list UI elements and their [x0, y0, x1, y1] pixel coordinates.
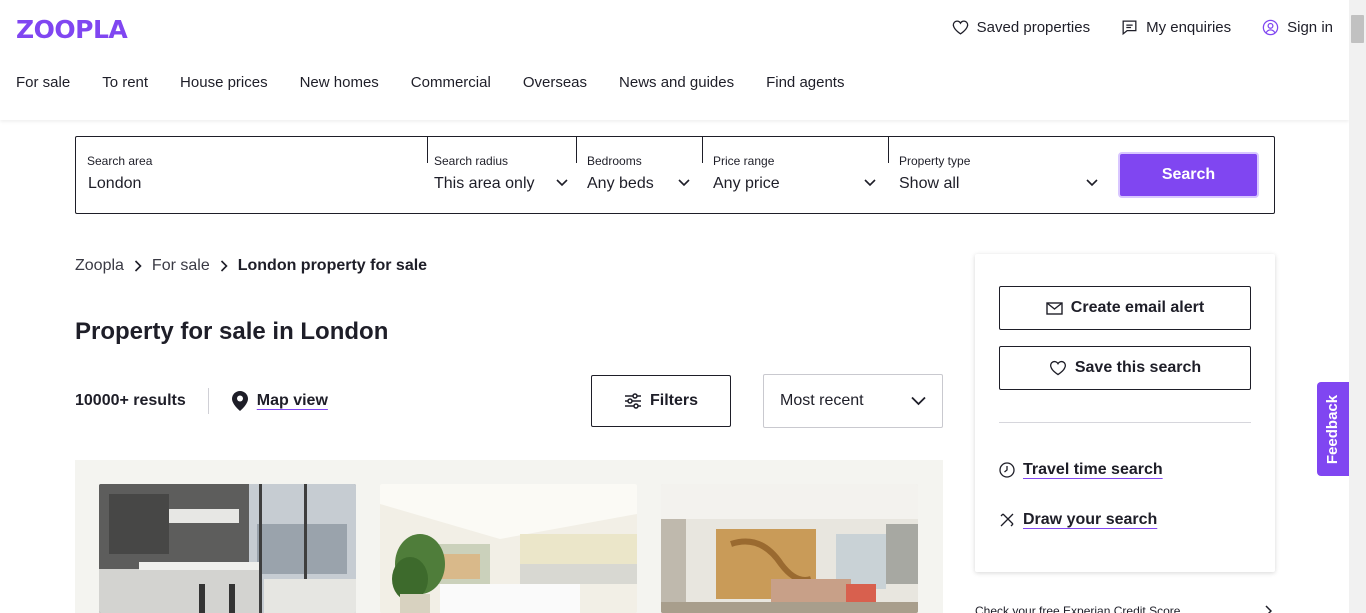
search-radius-label: Search radius [434, 154, 509, 168]
search-area-field[interactable]: Search area London [76, 137, 427, 213]
nav-house-prices[interactable]: House prices [180, 74, 268, 91]
saved-properties-label: Saved properties [976, 19, 1091, 36]
user-icon [1262, 19, 1279, 36]
bedrooms-label: Bedrooms [587, 154, 642, 168]
sort-select[interactable]: Most recent [763, 374, 943, 428]
search-area-input[interactable]: London [88, 175, 141, 193]
sign-in-link[interactable]: Sign in [1261, 18, 1333, 37]
saved-properties-link[interactable]: Saved properties [951, 18, 1090, 37]
listing-photo-kitchen [99, 484, 356, 613]
listings-area [75, 460, 943, 613]
my-enquiries-link[interactable]: My enquiries [1120, 18, 1231, 37]
zoopla-logo[interactable]: ZOOPLA [16, 14, 128, 44]
envelope-icon [1046, 301, 1063, 315]
draw-your-search-link[interactable]: Draw your search [999, 511, 1157, 529]
scrollbar-thumb[interactable] [1351, 15, 1364, 43]
nav-for-sale[interactable]: For sale [16, 74, 70, 91]
listing-photo-living-room [661, 484, 918, 613]
message-icon [1122, 20, 1137, 36]
my-enquiries-label: My enquiries [1146, 19, 1232, 36]
chevron-down-icon [864, 179, 876, 187]
logo-text: ZOOPLA [16, 14, 128, 44]
heart-icon [1049, 360, 1066, 376]
search-area-label: Search area [87, 154, 153, 168]
price-range-label: Price range [713, 154, 775, 168]
create-email-alert-label: Create email alert [1070, 299, 1205, 316]
breadcrumb-for-sale[interactable]: For sale [152, 257, 210, 275]
search-button[interactable]: Search [1118, 152, 1259, 198]
listing-photo[interactable] [380, 484, 637, 613]
saved-search-panel: Create email alert Save this search Trav… [975, 254, 1275, 572]
sort-value: Most recent [780, 392, 864, 409]
field-divider [427, 137, 428, 163]
divider [999, 422, 1251, 423]
chevron-down-icon [1086, 179, 1098, 187]
divider [207, 388, 209, 414]
listing-photo[interactable] [99, 484, 356, 613]
travel-time-search-link[interactable]: Travel time search [999, 461, 1163, 479]
search-bar: Search area London Search radius This ar… [75, 136, 1275, 214]
sliders-icon [624, 393, 641, 409]
top-links: Saved properties My enquiries Sign in [951, 18, 1333, 37]
nav-overseas[interactable]: Overseas [523, 74, 587, 91]
chevron-down-icon [556, 179, 568, 187]
main-nav: For sale To rent House prices New homes … [16, 74, 844, 91]
map-view-link[interactable]: Map view [231, 390, 328, 412]
search-radius-value: This area only [434, 175, 535, 192]
nav-new-homes[interactable]: New homes [300, 74, 379, 91]
page-scrollbar[interactable] [1349, 0, 1366, 613]
clock-icon [999, 462, 1015, 478]
site-header: ZOOPLA Saved properties My enquiries Sig… [0, 0, 1349, 120]
draw-icon [1000, 513, 1014, 527]
field-divider [702, 137, 703, 163]
results-toolbar: 10000+ results Map view [75, 388, 328, 414]
listing-photo[interactable] [661, 484, 918, 613]
bedrooms-value: Any beds [587, 175, 654, 192]
chevron-down-icon [911, 396, 926, 406]
results-count: 10000+ results [75, 392, 186, 409]
filters-label: Filters [649, 392, 698, 409]
search-radius-field[interactable]: Search radius This area only [427, 137, 576, 213]
save-search-button[interactable]: Save this search [999, 346, 1251, 390]
chevron-right-icon [1265, 605, 1272, 613]
breadcrumb-zoopla[interactable]: Zoopla [75, 257, 124, 275]
travel-time-search-label: Travel time search [1023, 461, 1163, 478]
listing-photo-open-plan [380, 484, 637, 613]
heart-icon [952, 20, 968, 35]
property-type-value: Show all [899, 175, 960, 192]
save-search-label: Save this search [1074, 359, 1202, 376]
breadcrumb: Zoopla For sale London property for sale [75, 257, 427, 275]
sign-in-label: Sign in [1287, 19, 1333, 36]
draw-your-search-label: Draw your search [1023, 511, 1158, 528]
property-type-field[interactable]: Property type Show all [888, 137, 1106, 213]
filters-button[interactable]: Filters [591, 375, 731, 427]
map-pin-icon [231, 391, 248, 411]
nav-commercial[interactable]: Commercial [411, 74, 491, 91]
price-range-field[interactable]: Price range Any price [702, 137, 888, 213]
chevron-right-icon [220, 260, 228, 272]
nav-find-agents[interactable]: Find agents [766, 74, 844, 91]
breadcrumb-current: London property for sale [237, 257, 428, 274]
page-title: Property for sale in London [75, 318, 389, 345]
credit-score-link[interactable]: Check your free Experian Credit Score [975, 604, 1180, 613]
chevron-down-icon [678, 179, 690, 187]
feedback-tab[interactable]: Feedback [1317, 382, 1349, 476]
field-divider [888, 137, 889, 163]
nav-to-rent[interactable]: To rent [102, 74, 148, 91]
field-divider [576, 137, 577, 163]
chevron-right-icon [134, 260, 142, 272]
price-range-value: Any price [713, 175, 780, 192]
feedback-label: Feedback [1324, 394, 1342, 464]
map-view-label: Map view [256, 392, 328, 409]
property-type-label: Property type [899, 154, 971, 168]
nav-news-and-guides[interactable]: News and guides [619, 74, 734, 91]
create-email-alert-button[interactable]: Create email alert [999, 286, 1251, 330]
bedrooms-field[interactable]: Bedrooms Any beds [576, 137, 702, 213]
